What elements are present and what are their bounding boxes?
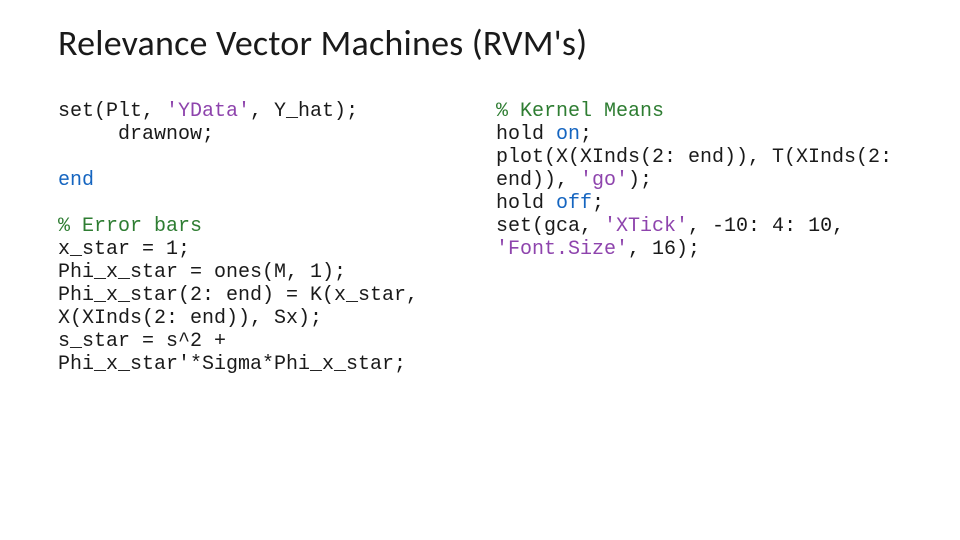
slide: Relevance Vector Machines (RVM's) set(Pl…	[0, 0, 960, 540]
code-keyword: off	[556, 192, 592, 215]
code-line: ;	[580, 123, 592, 146]
code-line: Phi_x_star(2: end) = K(x_star, X(XInds(2…	[58, 284, 430, 330]
code-line: set(Plt,	[58, 100, 166, 123]
code-line: drawnow;	[58, 123, 214, 146]
code-line: , -10: 4: 10,	[688, 215, 856, 238]
code-left-column: set(Plt, 'YData', Y_hat); drawnow; end %…	[58, 100, 464, 376]
code-keyword: end	[58, 169, 94, 192]
code-line: hold	[496, 123, 556, 146]
code-comment: % Kernel Means	[496, 100, 664, 123]
code-line: plot(X(XInds(2: end)), T(XInds(2: end)),	[496, 146, 904, 192]
code-string: 'YData'	[166, 100, 250, 123]
code-line: s_star = s^2 + Phi_x_star'*Sigma*Phi_x_s…	[58, 330, 406, 376]
code-line: Phi_x_star = ones(M, 1);	[58, 261, 346, 284]
code-string: 'Font.Size'	[496, 238, 628, 261]
code-line: , Y_hat);	[250, 100, 358, 123]
code-line: ;	[592, 192, 604, 215]
code-columns: set(Plt, 'YData', Y_hat); drawnow; end %…	[58, 100, 902, 376]
code-string: 'go'	[580, 169, 628, 192]
code-line: set(gca,	[496, 215, 604, 238]
code-right-column: % Kernel Means hold on; plot(X(XInds(2: …	[496, 100, 902, 376]
code-line: x_star = 1;	[58, 238, 190, 261]
code-comment: % Error bars	[58, 215, 202, 238]
code-line: , 16);	[628, 238, 700, 261]
code-string: 'XTick'	[604, 215, 688, 238]
code-keyword: on	[556, 123, 580, 146]
code-line: hold	[496, 192, 556, 215]
page-title: Relevance Vector Machines (RVM's)	[58, 24, 902, 64]
code-line: );	[628, 169, 652, 192]
